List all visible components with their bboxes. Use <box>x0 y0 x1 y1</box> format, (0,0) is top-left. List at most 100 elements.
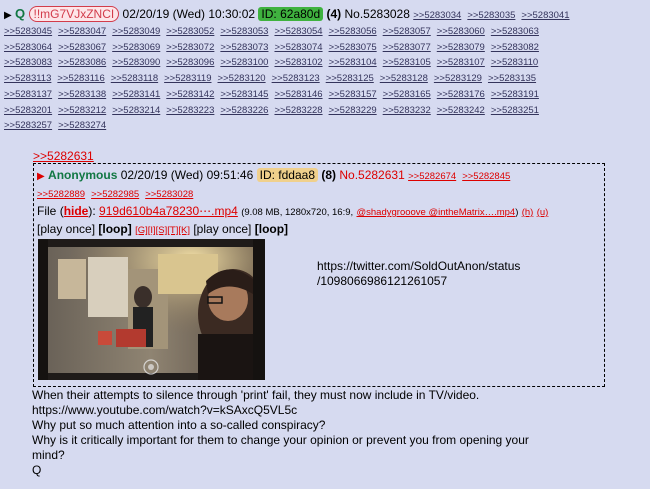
backlink[interactable]: >>5283072 <box>166 42 214 53</box>
reverse-search-link[interactable]: [T] <box>167 225 178 236</box>
backlink[interactable]: >>5283116 <box>57 73 104 84</box>
backlink[interactable]: >>5283165 <box>383 89 431 100</box>
backlink[interactable]: >>5283226 <box>220 105 268 116</box>
inline-backlink[interactable]: >>5282889 <box>37 189 85 200</box>
backlink[interactable]: >>5283138 <box>58 89 106 100</box>
backlink[interactable]: >>5283083 <box>4 57 52 68</box>
backlink[interactable]: >>5283142 <box>166 89 214 100</box>
body-line-6: Q <box>32 463 42 477</box>
backlink[interactable]: >>5283229 <box>329 105 377 116</box>
backlink[interactable]: >>5283064 <box>4 42 52 53</box>
backlink[interactable]: >>5283104 <box>329 57 377 68</box>
backlink[interactable]: >>5283079 <box>437 42 485 53</box>
backlink[interactable]: >>5283034 <box>413 10 461 21</box>
backlink[interactable]: >>5283069 <box>112 42 160 53</box>
quote-ref-link[interactable]: >>5282631 <box>33 149 94 163</box>
backlink[interactable]: >>5283223 <box>166 105 214 116</box>
backlink[interactable]: >>5283120 <box>218 73 266 84</box>
backlink[interactable]: >>5283035 <box>467 10 515 21</box>
backlink[interactable]: >>5283141 <box>112 89 160 100</box>
backlink[interactable]: >>5283128 <box>380 73 428 84</box>
inline-backlink[interactable]: >>5283028 <box>145 189 193 200</box>
backlink[interactable]: >>5283113 <box>4 73 51 84</box>
backlink[interactable]: >>5283274 <box>58 120 106 131</box>
backlink[interactable]: >>5283090 <box>112 57 160 68</box>
play-once-link-2[interactable]: [play once] <box>193 222 251 236</box>
backlink[interactable]: >>5283073 <box>220 42 268 53</box>
backlink[interactable]: >>5283049 <box>112 26 160 37</box>
backlink[interactable]: >>5283057 <box>383 26 431 37</box>
backlink[interactable]: >>5283107 <box>437 57 485 68</box>
post-menu-arrow-icon[interactable]: ▶ <box>4 10 12 21</box>
backlink[interactable]: >>5283119 <box>164 73 211 84</box>
backlink[interactable]: >>5283041 <box>521 10 569 21</box>
backlink[interactable]: >>5283102 <box>274 57 322 68</box>
inline-backlink[interactable]: >>5282674 <box>408 171 456 182</box>
backlink[interactable]: >>5283137 <box>4 89 52 100</box>
backlink[interactable]: >>5283201 <box>4 105 52 116</box>
backlink[interactable]: >>5283074 <box>274 42 322 53</box>
backlink[interactable]: >>5283110 <box>491 57 538 68</box>
backlink[interactable]: >>5283075 <box>329 42 377 53</box>
reverse-search-links: [G][I][S][T][K] <box>135 222 190 236</box>
backlink[interactable]: >>5283232 <box>383 105 431 116</box>
inline-backlink[interactable]: >>5282845 <box>462 171 510 182</box>
reverse-search-link[interactable]: [K] <box>178 225 190 236</box>
loop-link[interactable]: [loop] <box>98 222 131 236</box>
file-h-link[interactable]: (h) <box>522 207 534 218</box>
inline-poster-id[interactable]: ID: fddaa8 <box>256 168 318 182</box>
inline-poster-post-count: (8) <box>321 168 337 182</box>
reverse-search-link[interactable]: [S] <box>156 225 168 236</box>
file-u-link[interactable]: (u) <box>537 207 549 218</box>
post-number[interactable]: No.5283028 <box>345 7 410 21</box>
backlink[interactable]: >>5283129 <box>434 73 482 84</box>
backlinks-row: >>5283045 >>5283047 >>5283049 >>5283052 >>52… <box>4 24 646 40</box>
backlink[interactable]: >>5283053 <box>220 26 268 37</box>
file-name-link[interactable]: 919d610b4a78230⋯.mp4 <box>99 204 238 218</box>
backlink[interactable]: >>5283105 <box>383 57 431 68</box>
backlink[interactable]: >>5283086 <box>58 57 106 68</box>
hide-file-link[interactable]: hide <box>64 204 89 218</box>
backlink[interactable]: >>5283118 <box>111 73 158 84</box>
backlink[interactable]: >>5283100 <box>220 57 268 68</box>
backlink[interactable]: >>5283214 <box>112 105 160 116</box>
backlink[interactable]: >>5283096 <box>166 57 214 68</box>
backlink[interactable]: >>5283077 <box>383 42 431 53</box>
backlink[interactable]: >>5283045 <box>4 26 52 37</box>
backlink[interactable]: >>5283251 <box>491 105 539 116</box>
inline-quoted-post: ▶ Anonymous 02/20/19 (Wed) 09:51:46 ID: … <box>33 163 605 387</box>
poster-id[interactable]: ID: 62a80d <box>258 7 324 21</box>
backlink[interactable]: >>5283228 <box>274 105 322 116</box>
inline-post-menu-arrow-icon[interactable]: ▶ <box>37 171 45 182</box>
loop-link-2[interactable]: [loop] <box>255 222 288 236</box>
backlink[interactable]: >>5283056 <box>329 26 377 37</box>
backlink[interactable]: >>5283054 <box>274 26 322 37</box>
body-line-3: Why put so much attention into a so-call… <box>32 418 326 432</box>
file-original-name-link[interactable]: @shadygrooove @intheMatrix….mp4 <box>357 207 516 218</box>
backlink[interactable]: >>5283212 <box>58 105 106 116</box>
backlink[interactable]: >>5283123 <box>272 73 320 84</box>
backlink[interactable]: >>5283145 <box>220 89 268 100</box>
inline-backlink[interactable]: >>5282985 <box>91 189 139 200</box>
backlink[interactable]: >>5283060 <box>437 26 485 37</box>
backlink[interactable]: >>5283257 <box>4 120 52 131</box>
backlink[interactable]: >>5283242 <box>437 105 485 116</box>
backlink[interactable]: >>5283125 <box>326 73 374 84</box>
backlink[interactable]: >>5283191 <box>491 89 539 100</box>
video-thumbnail[interactable] <box>38 239 265 380</box>
backlink[interactable]: >>5283063 <box>491 26 539 37</box>
backlink[interactable]: >>5283176 <box>437 89 485 100</box>
backlink[interactable]: >>5283047 <box>58 26 106 37</box>
backlink[interactable]: >>5283146 <box>274 89 322 100</box>
inline-post-number[interactable]: No.5282631 <box>339 168 404 182</box>
backlink[interactable]: >>5283082 <box>491 42 539 53</box>
backlink[interactable]: >>5283135 <box>488 73 536 84</box>
backlink[interactable]: >>5283052 <box>166 26 214 37</box>
post-date: 02/20/19 (Wed) 10:30:02 <box>122 7 256 21</box>
play-once-link[interactable]: [play once] <box>37 222 95 236</box>
backlink[interactable]: >>5283157 <box>329 89 377 100</box>
reverse-search-link[interactable]: [G] <box>135 225 148 236</box>
reverse-search-link[interactable]: [I] <box>148 225 156 236</box>
backlink[interactable]: >>5283067 <box>58 42 106 53</box>
body-line-4: Why is it critically important for them … <box>32 433 529 447</box>
